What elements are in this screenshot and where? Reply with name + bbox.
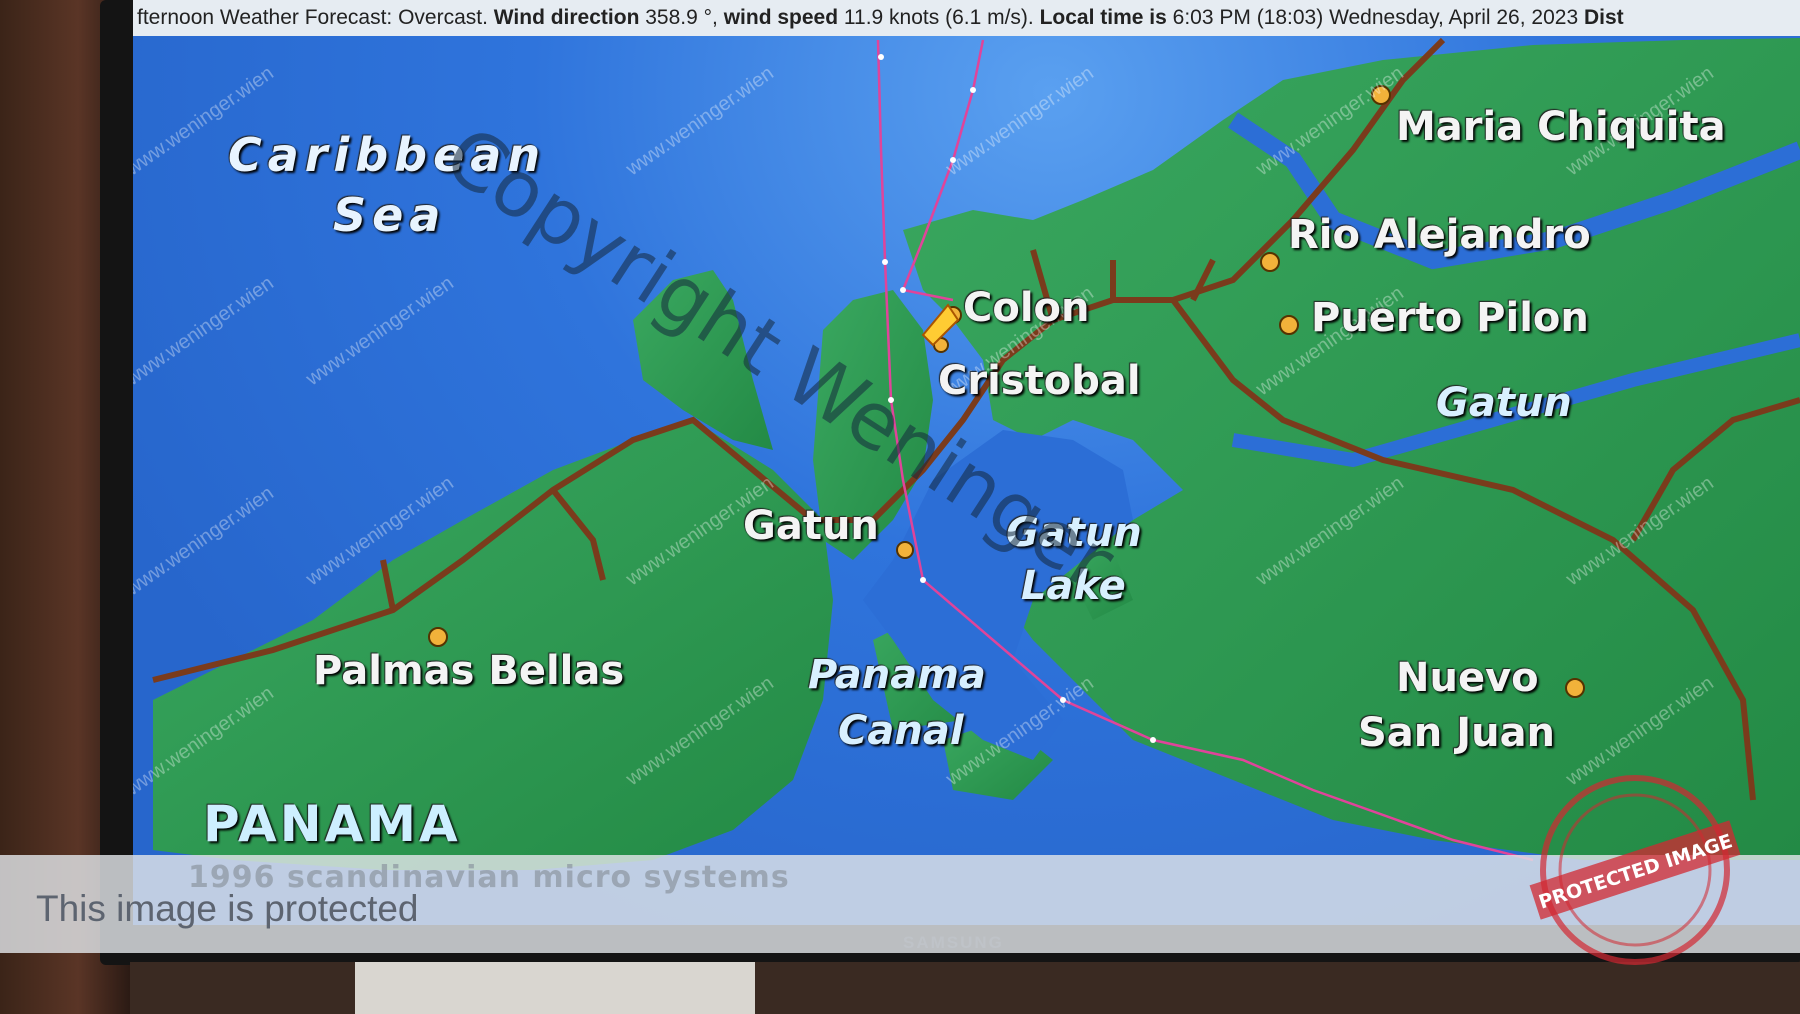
- dot-gatun: [896, 541, 914, 559]
- status-time-value: 6:03 PM (18:03): [1166, 6, 1330, 29]
- label-maria-chiquita: Maria Chiquita: [1396, 104, 1726, 150]
- weather-status-bar: fternoon Weather Forecast: Overcast. Win…: [133, 0, 1800, 36]
- status-wind-dir-label: Wind direction: [493, 6, 640, 29]
- label-gatun-town: Gatun: [743, 503, 879, 549]
- status-wind-speed-label: wind speed: [723, 6, 839, 29]
- label-san-juan: San Juan: [1358, 710, 1556, 756]
- label-gatun-east: Gatun: [1436, 380, 1572, 426]
- label-panama: PANAMA: [203, 795, 461, 853]
- dot-rio-alejandro: [1260, 252, 1280, 272]
- dot-palmas-bellas: [428, 627, 448, 647]
- protected-notice: This image is protected: [36, 888, 419, 929]
- label-rio-alejandro: Rio Alejandro: [1288, 212, 1591, 258]
- status-time-label: Local time is: [1039, 6, 1167, 29]
- dot-nuevo-san-juan: [1565, 678, 1585, 698]
- label-sea: Sea: [333, 188, 447, 242]
- label-cristobal: Cristobal: [938, 358, 1141, 404]
- status-tail: Dist: [1578, 6, 1624, 29]
- dot-puerto-pilon: [1279, 315, 1299, 335]
- status-wind-dir-value: 358.9 °,: [639, 6, 724, 29]
- label-panama-canal-1: Panama: [808, 652, 986, 698]
- label-nuevo: Nuevo: [1396, 655, 1539, 701]
- status-lead: fternoon Weather Forecast: Overcast.: [137, 6, 494, 29]
- status-date: Wednesday, April 26, 2023: [1329, 6, 1579, 29]
- label-panama-canal-2: Canal: [838, 708, 964, 754]
- label-palmas-bellas: Palmas Bellas: [313, 648, 625, 694]
- monitor-stand: [355, 962, 755, 1014]
- status-wind-speed-value: 11.9 knots (6.1 m/s).: [838, 6, 1040, 29]
- protected-stamp: PROTECTED IMAGE: [1529, 775, 1741, 965]
- label-colon: Colon: [963, 285, 1090, 331]
- label-puerto-pilon: Puerto Pilon: [1311, 295, 1589, 341]
- monitor-brand: SAMSUNG: [903, 933, 1004, 952]
